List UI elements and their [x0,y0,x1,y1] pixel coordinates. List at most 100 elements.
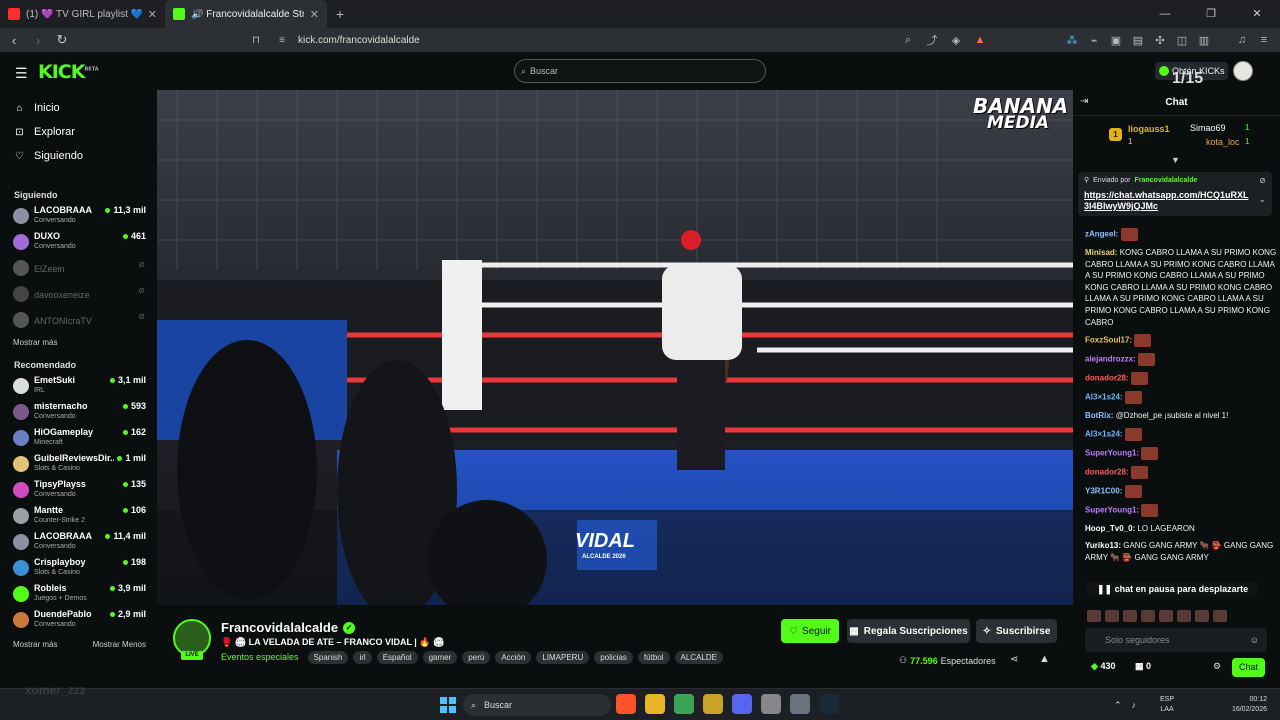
leaderboard-first-name[interactable]: liogauss1 [1128,124,1170,134]
pinned-author-name[interactable]: Francovidalalcalde [1135,177,1198,184]
kicks-balance[interactable]: ◆ 430 [1091,661,1115,672]
search-input[interactable]: ⌕ Buscar [514,59,766,83]
chat-username[interactable]: Yuriko13: [1085,541,1121,550]
site-settings-icon[interactable]: ≡ [272,35,292,46]
unpin-icon[interactable]: ⊘ [1259,176,1266,185]
sidebar-channel[interactable]: Crisplayboy Slots & Casino 198 [0,556,157,582]
tag-chip[interactable]: LIMAPERU [536,650,590,664]
gift-subs-button[interactable]: ▦ Regala Suscripciones [847,619,970,643]
chat-username[interactable]: SuperYoung1: [1085,505,1139,514]
back-icon[interactable]: ‹ [4,33,24,48]
chat-username[interactable]: zAngeel: [1085,230,1118,239]
sidebar-channel[interactable]: EmetSuki IRL 3,1 mil [0,374,157,400]
chat-username[interactable]: alejandrozzx: [1085,355,1136,364]
channel-name[interactable]: Francovidalalcalde ✓ [221,620,356,635]
sidebar-channel[interactable]: davooxeneize ⊘ [0,282,157,308]
tag-chip[interactable]: policias [594,650,633,664]
wallet-icon[interactable]: ▥ [1194,34,1214,47]
tag-chip[interactable]: Spanish [307,650,349,664]
extension-icon[interactable]: ⁂ [1062,34,1082,47]
browser-tab-youtube[interactable]: (1) 💜 TV GIRL playlist 💙 +[INCLU ✕ [0,0,165,28]
gift-balance[interactable]: ▦ 0 [1135,661,1151,672]
sidebar-channel[interactable]: ANTONIcraTV ⊘ [0,308,157,334]
subscribe-button[interactable]: ✧ Suscribirse [976,619,1057,643]
chat-username[interactable]: AI3×1s24: [1085,393,1123,402]
emote-icon[interactable] [1123,610,1137,622]
leaderboard-second-name[interactable]: Simao69 [1190,123,1226,133]
chat-username[interactable]: BotRix: [1085,411,1113,420]
share-icon[interactable]: ⤴ [922,32,942,48]
extension-icon[interactable]: ▤ [1128,34,1148,47]
discord-icon[interactable] [732,694,752,714]
microphone-icon[interactable]: ♪ [1132,700,1137,710]
chat-username[interactable]: donador28: [1085,374,1129,383]
chat-username[interactable]: Hoop_Tv0_0: [1085,524,1135,533]
tag-chip[interactable]: fútbol [637,650,670,664]
filter-icon[interactable]: ▼ [1171,155,1180,165]
minimize-icon[interactable]: — [1142,0,1188,28]
sidebar-nav-explore[interactable]: ⊡ Explorar [0,120,157,144]
tag-chip[interactable]: gamer [422,650,458,664]
puzzle-icon[interactable]: ✣ [1150,34,1170,47]
app-icon[interactable] [674,694,694,714]
start-button[interactable] [440,697,456,713]
sidebar-channel[interactable]: HiOGameplay Minecraft 162 [0,426,157,452]
close-icon[interactable]: ✕ [148,8,157,21]
show-more-recommended[interactable]: Mostrar más [13,640,57,649]
app-icon[interactable] [761,694,781,714]
url-field[interactable]: ⊓ ≡ kick.com/francovidalalcalde [246,30,990,50]
extension-icon[interactable]: ▣ [1106,34,1126,47]
kick-logo[interactable]: KICKBETA [38,61,99,83]
sidebar-channel[interactable]: misternacho Conversando 593 [0,400,157,426]
chat-input[interactable]: Solo seguidores ☺ [1085,628,1267,652]
bookmark-icon[interactable]: ⊓ [246,35,266,46]
rewards-icon[interactable]: ▲ [970,34,990,46]
video-player[interactable]: BANANA MEDIA VIDAL ALCALDE 2026 [157,90,1073,605]
settings-app-icon[interactable] [790,694,810,714]
chat-username[interactable]: Minisad: [1085,248,1117,257]
sidebar-icon[interactable]: ◫ [1172,34,1192,47]
show-more-following[interactable]: Mostrar más [0,338,157,354]
chat-username[interactable]: donador28: [1085,467,1129,476]
emote-icon[interactable] [1159,610,1173,622]
share-icon[interactable]: ⋖ [1010,654,1018,665]
tag-chip[interactable]: ALCALDE [674,650,723,664]
emote-picker-icon[interactable]: ☺ [1250,628,1259,652]
emote-icon[interactable] [1087,610,1101,622]
forward-icon[interactable]: › [28,33,48,48]
sidebar-channel[interactable]: Mantte Counter-Strike 2 106 [0,504,157,530]
close-window-icon[interactable]: ✕ [1234,0,1280,28]
chat-paused-banner[interactable]: ❚❚ chat en pausa para desplazarte [1087,582,1257,596]
show-less-recommended[interactable]: Mostrar Menos [93,640,146,649]
new-tab-button[interactable]: + [327,6,353,22]
menu-icon[interactable]: ≡ [1254,34,1274,46]
leaderboard-third-name[interactable]: kota_loc [1206,137,1240,147]
playlist-icon[interactable]: ♫ [1232,34,1252,46]
steam-icon[interactable] [819,694,839,714]
emote-icon[interactable] [1105,610,1119,622]
pinned-link[interactable]: https://chat.whatsapp.com/HCQ1uRXL3l4Blw… [1084,190,1249,212]
chat-username[interactable]: FoxzSoul17: [1085,336,1132,345]
language-indicator[interactable]: ESP LAA [1160,695,1174,715]
report-icon[interactable]: ▲ [1039,653,1050,665]
sidebar-nav-home[interactable]: ⌂ Inicio [0,96,157,120]
send-chat-button[interactable]: Chat [1232,658,1265,677]
sidebar-channel[interactable]: TipsyPlayss Conversando 135 [0,478,157,504]
maximize-icon[interactable]: ❐ [1188,0,1234,28]
emote-icon[interactable] [1177,610,1191,622]
zoom-icon[interactable]: ⌕ [898,34,918,47]
sidebar-nav-following[interactable]: ♡ Siguiendo [0,144,157,168]
taskbar-search[interactable]: ⌕ Buscar [463,694,611,716]
sidebar-channel[interactable]: Robleis Juegos + Demos 3,9 mil [0,582,157,608]
chat-username[interactable]: SuperYoung1: [1085,448,1139,457]
app-icon[interactable] [703,694,723,714]
emote-icon[interactable] [1141,610,1155,622]
tag-chip[interactable]: perú [462,650,491,664]
chevron-up-icon[interactable]: ⌃ [1114,700,1122,711]
tag-chip[interactable]: Acción [495,650,532,664]
user-avatar[interactable] [1233,61,1253,81]
browser-tab-kick[interactable]: 🔊 Francovidalalcalde Stream - V ✕ [165,0,327,28]
reload-icon[interactable]: ↻ [52,32,72,48]
clock[interactable]: 00:12 16/02/2026 [1221,695,1267,715]
sidebar-channel[interactable]: LACOBRAAA Conversando 11,3 mil [0,204,157,230]
